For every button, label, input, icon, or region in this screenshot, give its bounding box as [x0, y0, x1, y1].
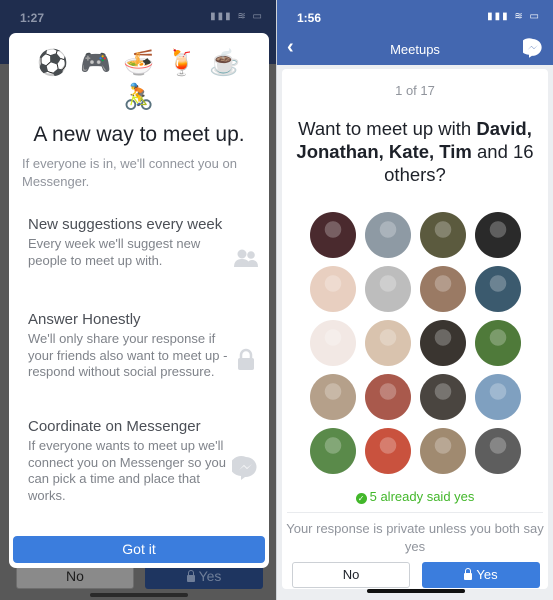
avatar[interactable]: [420, 212, 466, 258]
yes-count: ✓ 5 already said yes: [282, 489, 548, 504]
feature-description: We'll only share your response if your f…: [28, 331, 228, 379]
status-time: 1:56: [297, 11, 322, 25]
messenger-button[interactable]: [523, 38, 543, 58]
header: 1:56 ▮▮▮ ≋ ▭ ‹ Meetups: [277, 0, 553, 65]
feature-coordinate-messenger: Coordinate on Messenger If everyone want…: [28, 417, 228, 504]
avatar[interactable]: [310, 374, 356, 420]
people-icon: [234, 249, 258, 267]
feature-new-suggestions: New suggestions every week Every week we…: [28, 215, 228, 269]
avatar[interactable]: [310, 266, 356, 312]
status-time: 1:27: [20, 11, 45, 25]
meetup-question: Want to meet up with David, Jonathan, Ka…: [292, 117, 538, 186]
feature-description: Every week we'll suggest new people to m…: [28, 236, 201, 268]
intro-modal: ⚽ 🎮 🍜 🍹 ☕ 🚴 A new way to meet up. If everyon…: [9, 33, 269, 568]
avatar[interactable]: [365, 320, 411, 366]
avatar[interactable]: [420, 266, 466, 312]
status-icons: ▮▮▮ ≋ ▭: [210, 11, 264, 22]
card-counter: 1 of 17: [395, 83, 435, 98]
avatar[interactable]: [310, 320, 356, 366]
feature-title: New suggestions every week: [28, 216, 223, 233]
avatar[interactable]: [420, 320, 466, 366]
yes-count-text: 5 already said yes: [369, 489, 475, 504]
lock-icon: [238, 348, 254, 370]
game-controller-icon: 🎮: [80, 49, 112, 77]
messenger-icon: [232, 456, 257, 480]
divider: [287, 512, 543, 513]
avatar-grid: [310, 212, 522, 474]
page-title: Meetups: [390, 42, 440, 57]
modal-subtitle: If everyone is in, we'll connect you on …: [22, 156, 237, 189]
avatar[interactable]: [475, 212, 521, 258]
avatar[interactable]: [365, 266, 411, 312]
feature-title: Answer Honestly: [28, 311, 141, 328]
emoji-row-2: 🚴: [9, 81, 269, 113]
avatar[interactable]: [475, 320, 521, 366]
avatar[interactable]: [475, 428, 521, 474]
yes-label: Yes: [198, 568, 222, 584]
status-icons: ▮▮▮ ≋ ▭: [487, 11, 541, 22]
cocktail-icon: 🍹: [166, 49, 198, 77]
question-prefix: Want to meet up with: [298, 118, 477, 139]
noodles-icon: 🍜: [123, 49, 155, 77]
avatar[interactable]: [365, 212, 411, 258]
lock-icon: [464, 568, 473, 580]
avatar[interactable]: [310, 428, 356, 474]
avatar[interactable]: [475, 374, 521, 420]
check-circle-icon: ✓: [355, 493, 367, 504]
modal-title: A new way to meet up.: [33, 123, 245, 146]
emoji-row: ⚽ 🎮 🍜 🍹 ☕: [9, 47, 269, 79]
privacy-note: Your response is private unless you both…: [286, 521, 544, 554]
feature-title: Coordinate on Messenger: [28, 418, 201, 435]
home-indicator: [367, 589, 465, 593]
got-it-button[interactable]: Got it: [13, 536, 265, 563]
avatar[interactable]: [475, 266, 521, 312]
meetup-card: 1 of 17 Want to meet up with David, Jona…: [282, 69, 548, 589]
feature-description: If everyone wants to meet up we'll conne…: [28, 438, 227, 503]
yes-label: Yes: [476, 567, 498, 582]
lock-icon: [186, 570, 195, 582]
cyclist-icon: 🚴: [123, 83, 155, 111]
avatar[interactable]: [365, 428, 411, 474]
avatar[interactable]: [310, 212, 356, 258]
feature-answer-honestly: Answer Honestly We'll only share your re…: [28, 310, 228, 381]
avatar[interactable]: [420, 428, 466, 474]
yes-button[interactable]: Yes: [422, 562, 540, 588]
coffee-icon: ☕: [209, 49, 241, 77]
left-screen: 1:27 ▮▮▮ ≋ ▭ No Yes ⚽ 🎮 🍜 🍹 ☕ 🚴 A new way to…: [0, 0, 276, 600]
soccer-ball-icon: ⚽: [37, 49, 69, 77]
no-button[interactable]: No: [292, 562, 410, 588]
avatar[interactable]: [365, 374, 411, 420]
avatar[interactable]: [420, 374, 466, 420]
right-screen: 1:56 ▮▮▮ ≋ ▭ ‹ Meetups 1 of 17 Want to m…: [277, 0, 553, 600]
home-indicator: [90, 593, 188, 597]
